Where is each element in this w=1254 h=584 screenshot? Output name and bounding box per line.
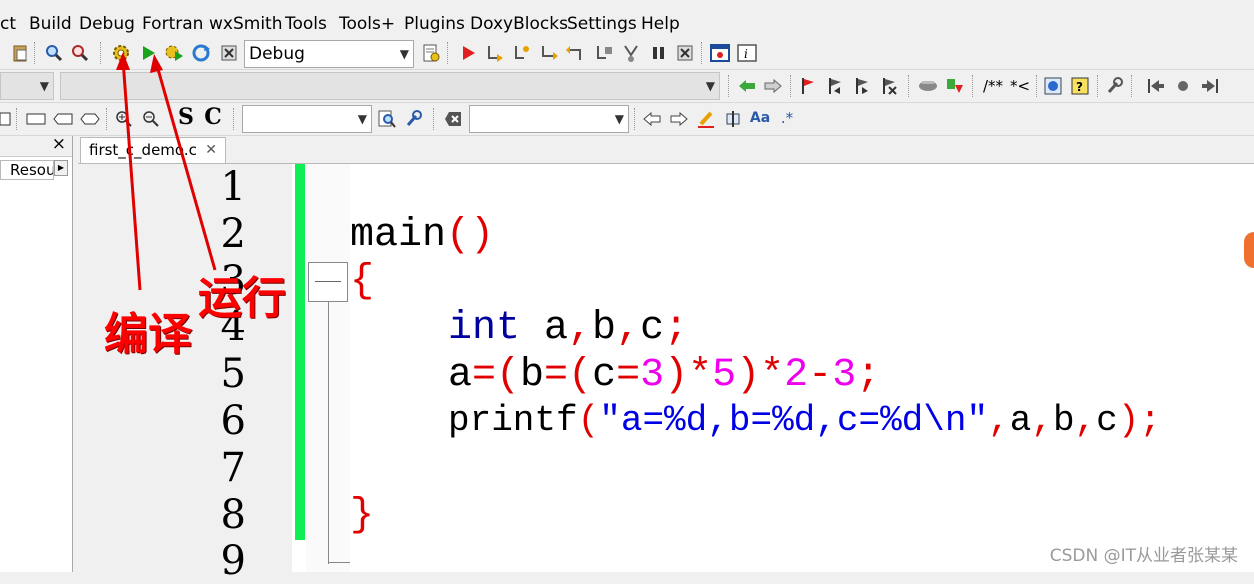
annotation-run: 运行 [198, 273, 286, 324]
annotation-arrows [116, 52, 217, 291]
arrow-to-run [154, 61, 217, 271]
side-widget[interactable] [1244, 232, 1254, 268]
arrow-to-build [121, 59, 142, 291]
annotation-compile: 编译 [104, 309, 192, 360]
arrow-head-build [116, 52, 130, 70]
arrow-head-run [150, 54, 163, 73]
watermark: CSDN @IT从业者张某某 [1049, 546, 1238, 566]
